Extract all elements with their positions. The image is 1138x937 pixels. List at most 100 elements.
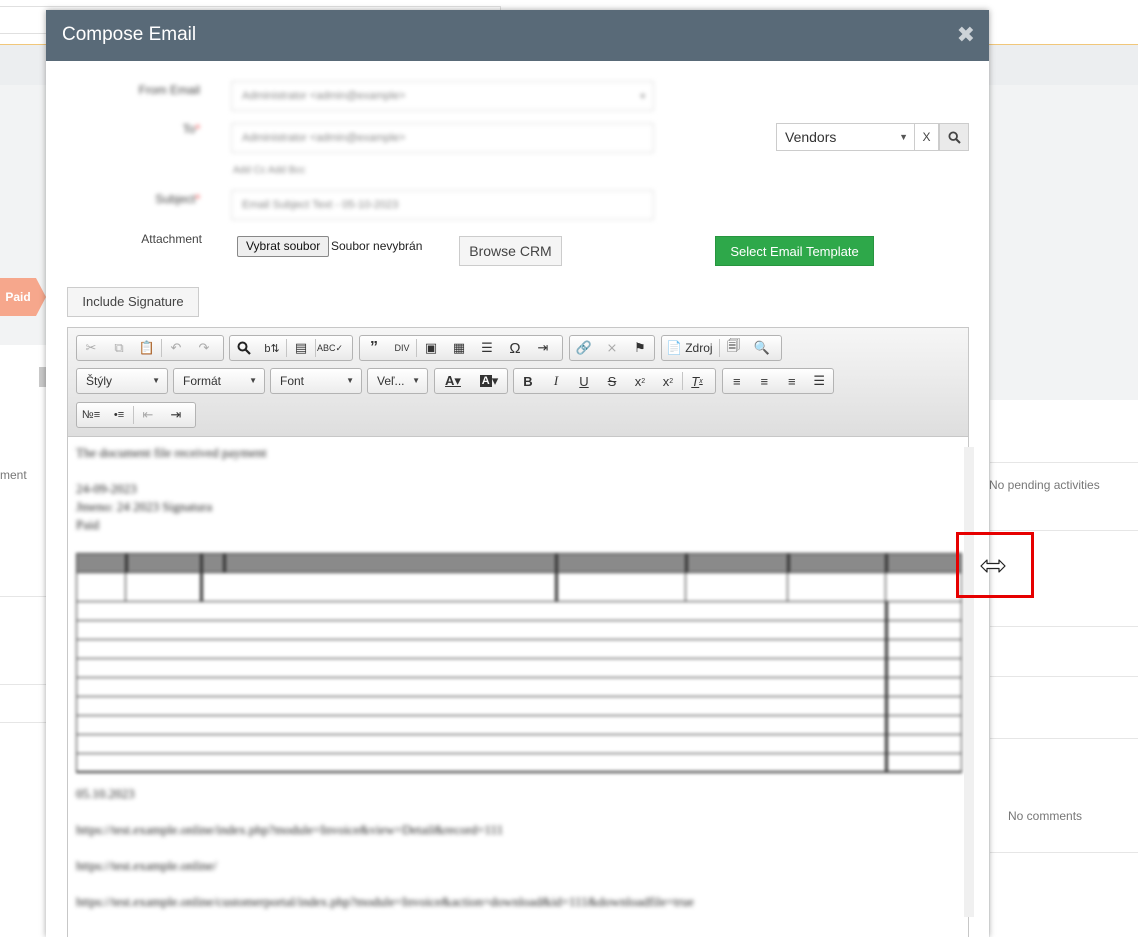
table-row: [76, 659, 962, 678]
table-column-divider: [555, 554, 558, 572]
required-mark: *: [195, 122, 200, 136]
choose-file-button[interactable]: Vybrat soubor: [237, 236, 330, 257]
format-combo[interactable]: Formát ▼: [173, 368, 265, 394]
source-button[interactable]: 📄 Zdroj: [666, 340, 713, 356]
bold-icon[interactable]: B: [514, 369, 542, 393]
document-link[interactable]: https://test.example.online/index.php?mo…: [76, 822, 503, 838]
table-column-divider: [885, 602, 888, 620]
cut-icon[interactable]: ✂: [77, 336, 105, 360]
bulleted-list-icon[interactable]: •≡: [105, 403, 133, 427]
chevron-down-icon: ▼: [899, 132, 908, 142]
font-combo[interactable]: Font ▼: [270, 368, 362, 394]
rich-text-editor: ✂ ⧉ 📋 ↶ ↷ b⇅ ▤ ABC✓ ” DIV ▣ ▦ ☰ Ω ⇥ 🔗 ⨯ …: [67, 327, 974, 937]
outdent-icon[interactable]: ⇤: [134, 403, 162, 427]
numbered-list-icon[interactable]: №≡: [77, 403, 105, 427]
table-icon[interactable]: ▦: [445, 336, 473, 360]
paid-status-badge: Paid: [0, 278, 46, 316]
vendors-clear-button[interactable]: X: [915, 123, 939, 151]
chevron-down-icon: ▼: [249, 376, 257, 385]
styles-combo[interactable]: Štýly ▼: [76, 368, 168, 394]
insert-group: ” DIV ▣ ▦ ☰ Ω ⇥: [359, 335, 563, 361]
attachment-label: Attachment: [141, 232, 202, 246]
superscript-icon[interactable]: x2: [654, 369, 682, 393]
to-label: To*: [116, 122, 200, 136]
table-column-divider: [223, 554, 226, 572]
editor-toolbar: ✂ ⧉ 📋 ↶ ↷ b⇅ ▤ ABC✓ ” DIV ▣ ▦ ☰ Ω ⇥ 🔗 ⨯ …: [68, 328, 968, 437]
table-row: [76, 754, 962, 773]
align-center-icon[interactable]: ≡: [751, 369, 779, 393]
divider: [990, 530, 1138, 531]
div-container-icon[interactable]: DIV: [388, 336, 416, 360]
vendors-search-button[interactable]: [939, 123, 969, 151]
table-row: [76, 640, 962, 659]
link-icon[interactable]: 🔗: [570, 336, 598, 360]
cc-bcc-links[interactable]: Add Cc Add Bcc: [233, 165, 305, 176]
background-color-icon[interactable]: A ▾: [471, 369, 507, 393]
table-column-divider: [125, 554, 128, 572]
image-icon[interactable]: ▣: [417, 336, 445, 360]
copy-icon[interactable]: ⧉: [105, 336, 133, 360]
align-right-icon[interactable]: ≡: [778, 369, 806, 393]
divider: [0, 596, 46, 597]
document-link[interactable]: https://test.example.online/: [76, 858, 217, 874]
table-column-divider: [787, 554, 790, 572]
vendors-select[interactable]: Vendors ▼: [776, 123, 915, 151]
underline-icon[interactable]: U: [570, 369, 598, 393]
invoice-table: [76, 553, 962, 773]
vendors-selected-value: Vendors: [785, 129, 837, 145]
table-column-divider: [885, 573, 886, 601]
document-line: Paid: [76, 517, 100, 532]
source-icon: 📄: [666, 340, 683, 355]
from-email-select[interactable]: Administrator <admin@example> ▾: [231, 81, 654, 111]
format-combo-label: Formát: [183, 374, 222, 388]
replace-icon[interactable]: b⇅: [258, 336, 286, 360]
remove-format-icon[interactable]: Tx: [683, 369, 711, 393]
find-icon[interactable]: [230, 336, 258, 360]
document-link[interactable]: https://test.example.online/customerport…: [76, 894, 694, 910]
align-justify-icon[interactable]: ☰: [806, 369, 834, 393]
spellcheck-icon[interactable]: ABC✓: [316, 336, 344, 360]
table-column-divider: [885, 621, 888, 639]
anchor-flag-icon[interactable]: ⚑: [626, 336, 654, 360]
to-email-chip[interactable]: Administrator <admin@example>: [242, 132, 405, 144]
required-mark: *: [195, 192, 200, 206]
table-column-divider: [885, 697, 888, 715]
table-row: [76, 621, 962, 640]
to-email-field[interactable]: Administrator <admin@example>: [231, 123, 654, 153]
page-break-icon[interactable]: ⇥: [529, 336, 557, 360]
editor-content-area[interactable]: The document file received payment 24-09…: [68, 437, 968, 937]
unlink-icon[interactable]: ⨯: [598, 336, 626, 360]
size-combo-label: Veľ...: [377, 374, 405, 388]
close-icon[interactable]: ✖: [957, 22, 975, 48]
special-char-icon[interactable]: Ω: [501, 336, 529, 360]
table-column-divider: [125, 573, 126, 601]
to-label-text: To: [182, 122, 196, 136]
subscript-icon[interactable]: x2: [626, 369, 654, 393]
italic-icon[interactable]: I: [542, 369, 570, 393]
preview-icon[interactable]: 🔍: [748, 336, 776, 360]
align-group: ≡ ≡ ≡ ☰: [722, 368, 834, 394]
strikethrough-icon[interactable]: S: [598, 369, 626, 393]
browse-crm-button[interactable]: Browse CRM: [459, 236, 562, 266]
select-email-template-button[interactable]: Select Email Template: [715, 236, 874, 266]
table-column-divider: [885, 659, 888, 677]
include-signature-button[interactable]: Include Signature: [67, 287, 199, 317]
horizontal-line-icon[interactable]: ☰: [473, 336, 501, 360]
basic-styles-group: B I U S x2 x2 Tx: [513, 368, 716, 394]
size-combo[interactable]: Veľ... ▼: [367, 368, 428, 394]
divider: [990, 852, 1138, 853]
resize-horizontal-icon[interactable]: [980, 556, 1006, 576]
indent-icon[interactable]: ⇥: [162, 403, 190, 427]
align-left-icon[interactable]: ≡: [723, 369, 751, 393]
select-all-icon[interactable]: ▤: [287, 336, 315, 360]
blockquote-icon[interactable]: ”: [360, 336, 388, 360]
chevron-down-icon: ▼: [152, 376, 160, 385]
editor-scrollbar[interactable]: [964, 447, 974, 917]
text-color-icon[interactable]: A▾: [435, 369, 471, 393]
redo-icon[interactable]: ↷: [190, 336, 218, 360]
undo-icon[interactable]: ↶: [162, 336, 190, 360]
templates-icon[interactable]: 🗐: [720, 336, 748, 360]
table-row: [76, 573, 962, 602]
paste-icon[interactable]: 📋: [133, 336, 161, 360]
subject-input[interactable]: Email Subject Text - 05-10-2023: [231, 190, 654, 220]
